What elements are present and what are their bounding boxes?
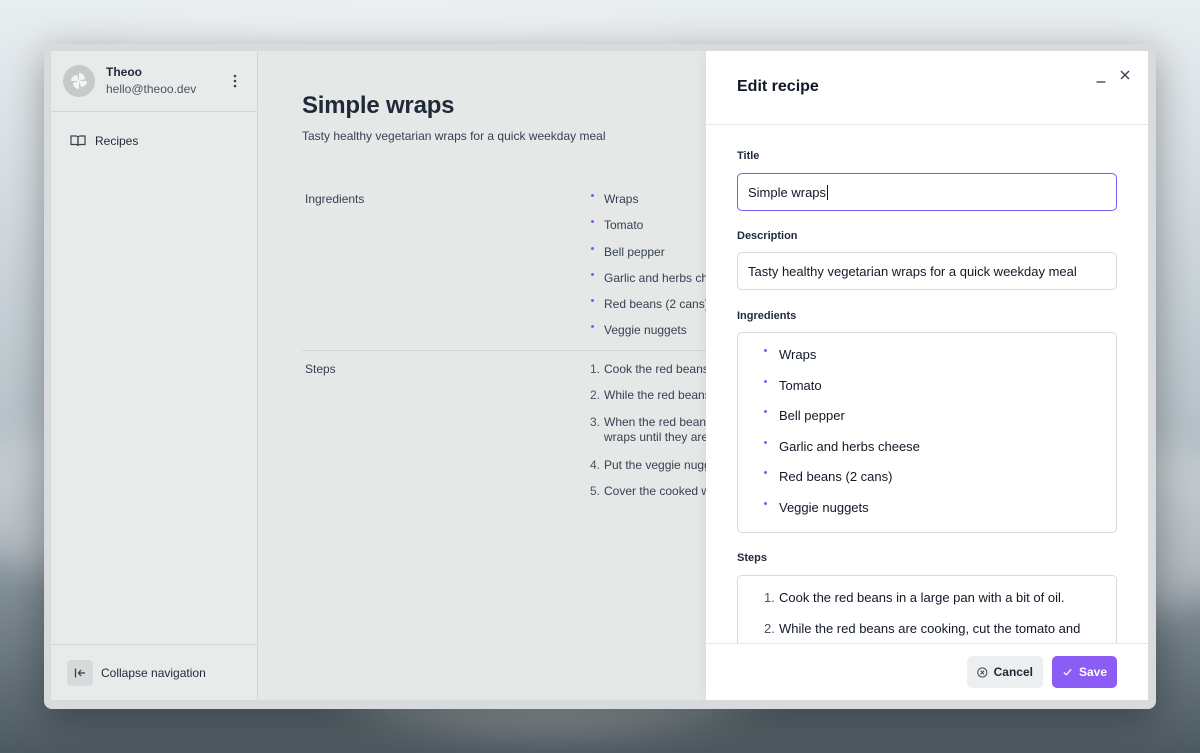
more-options-icon[interactable]	[225, 71, 245, 91]
steps-heading: Steps	[305, 362, 336, 376]
drawer-form: Title Simple wraps Description Tasty hea…	[706, 125, 1148, 643]
app: Theoo hello@theoo.dev Recipes Collapse n…	[51, 51, 1148, 700]
sidebar-item-recipes[interactable]: Recipes	[51, 130, 257, 152]
collapse-sidebar-icon	[67, 659, 93, 686]
close-icon[interactable]	[1117, 67, 1133, 83]
list-item: 5. Cover the cooked w	[590, 484, 711, 499]
save-button[interactable]: Save	[1052, 656, 1117, 688]
minimize-icon[interactable]	[1093, 71, 1109, 87]
list-item: Red beans (2 cans)	[762, 467, 1116, 498]
ingredients-label: Ingredients	[737, 310, 797, 322]
list-item: Garlic and herbs che	[590, 271, 715, 297]
list-item: Veggie nuggets	[590, 323, 715, 349]
list-item: 2. While the red beans are cooking, cut t…	[764, 620, 1081, 636]
cancel-button[interactable]: Cancel	[967, 656, 1043, 688]
list-item: Wraps	[590, 192, 715, 218]
cancel-circle-icon	[977, 666, 988, 678]
list-item: 3. When the red beans wraps until they are	[590, 414, 713, 444]
check-icon	[1063, 668, 1072, 676]
avatar	[63, 65, 95, 97]
sidebar-item-label: Recipes	[95, 134, 139, 148]
list-item: 1. Cook the red beans	[590, 362, 709, 376]
page-title: Simple wraps	[302, 92, 455, 119]
collapse-label: Collapse navigation	[101, 665, 206, 680]
list-item: Bell pepper	[762, 406, 1116, 437]
title-input[interactable]: Simple wraps	[737, 173, 1117, 211]
user-name: Theoo	[106, 65, 142, 79]
user-email: hello@theoo.dev	[106, 82, 197, 96]
app-window: Theoo hello@theoo.dev Recipes Collapse n…	[44, 44, 1156, 709]
ingredients-list: Wraps Tomato Bell pepper Garlic and herb…	[590, 192, 715, 350]
list-item: Red beans (2 cans)	[590, 297, 715, 323]
list-item: Veggie nuggets	[762, 498, 1116, 529]
sidebar: Theoo hello@theoo.dev Recipes Collapse n…	[51, 51, 258, 700]
description-input[interactable]: Tasty healthy vegetarian wraps for a qui…	[737, 252, 1117, 290]
list-item: 4. Put the veggie nugg	[590, 458, 711, 473]
user-menu[interactable]: Theoo hello@theoo.dev	[51, 51, 257, 112]
list-item: Garlic and herbs cheese	[762, 437, 1116, 468]
book-icon	[70, 135, 86, 147]
list-item: Wraps	[762, 345, 1116, 376]
steps-label: Steps	[737, 552, 767, 564]
list-item: 1. Cook the red beans in a large pan with…	[764, 590, 1065, 605]
drawer-footer: Cancel Save	[706, 643, 1148, 700]
collapse-navigation-button[interactable]: Collapse navigation	[51, 644, 257, 700]
description-label: Description	[737, 230, 798, 242]
steps-editor[interactable]: 1. Cook the red beans in a large pan with…	[737, 575, 1117, 643]
list-item: Tomato	[590, 218, 715, 244]
drawer-header: Edit recipe	[706, 51, 1148, 125]
title-label: Title	[737, 150, 760, 162]
ingredients-heading: Ingredients	[305, 192, 365, 206]
list-item: 2. While the red beans	[590, 388, 711, 403]
steps-list: 1. Cook the red beans 2. While the red bea…	[590, 362, 712, 511]
list-item: Tomato	[762, 376, 1116, 407]
recipe-description: Tasty healthy vegetarian wraps for a qui…	[302, 129, 606, 143]
list-item: Bell pepper	[590, 245, 715, 271]
pinwheel-icon	[71, 73, 87, 89]
edit-recipe-drawer: Edit recipe Title Simple wraps Descripti…	[706, 51, 1148, 700]
drawer-title: Edit recipe	[737, 78, 819, 95]
ingredients-editor[interactable]: Wraps Tomato Bell pepper Garlic and herb…	[737, 332, 1117, 533]
